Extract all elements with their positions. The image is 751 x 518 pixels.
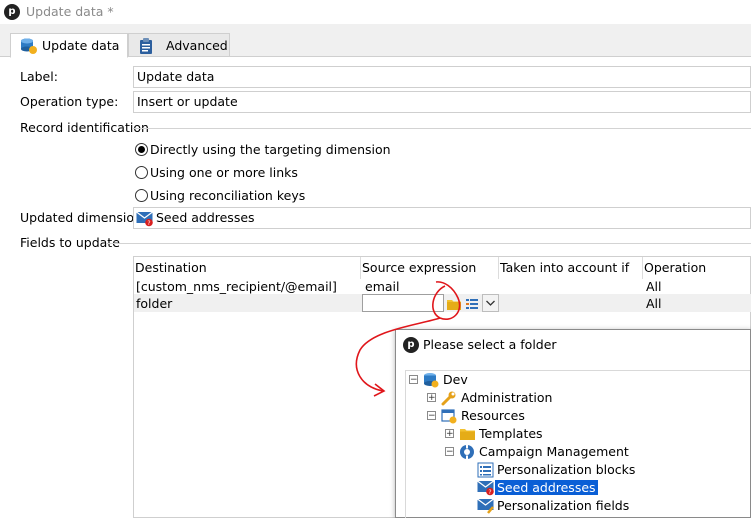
email-field-icon bbox=[477, 498, 495, 517]
label-input[interactable]: Update data bbox=[133, 66, 751, 88]
row2-operation[interactable]: All bbox=[646, 296, 662, 311]
wrench-icon bbox=[441, 390, 457, 409]
operation-type-caption: Operation type: bbox=[20, 94, 119, 109]
column-separator bbox=[642, 257, 643, 279]
database-icon bbox=[423, 372, 439, 391]
folder-picker-button[interactable] bbox=[445, 294, 462, 312]
tab-label: Update data bbox=[42, 38, 120, 53]
expand-toggle[interactable]: + bbox=[427, 393, 436, 403]
window-title: Update data * bbox=[26, 4, 114, 19]
tree-item-resources[interactable]: Resources bbox=[461, 408, 525, 423]
tab-advanced[interactable]: Advanced bbox=[128, 33, 230, 57]
window-title-bar: p Update data * bbox=[0, 0, 751, 24]
expression-editor-button[interactable] bbox=[463, 294, 480, 312]
tree-item-administration[interactable]: Administration bbox=[461, 390, 552, 405]
radio-reconciliation-keys-label: Using reconciliation keys bbox=[150, 188, 306, 203]
updated-dimension-caption: Updated dimension: bbox=[20, 210, 147, 225]
collapse-toggle[interactable]: − bbox=[409, 375, 418, 385]
collapse-toggle[interactable]: − bbox=[445, 447, 454, 457]
folder-tree[interactable]: − Dev + Administration − Resources + Tem… bbox=[405, 370, 750, 518]
radio-targeting-dimension[interactable] bbox=[135, 143, 148, 156]
app-logo-icon: p bbox=[4, 4, 20, 20]
folder-icon bbox=[459, 426, 476, 445]
database-icon bbox=[20, 37, 38, 58]
column-source-expression[interactable]: Source expression bbox=[362, 260, 476, 275]
tree-item-campaign-management[interactable]: Campaign Management bbox=[479, 444, 629, 459]
tab-update-data[interactable]: Update data bbox=[10, 33, 128, 58]
select-folder-dialog[interactable]: p Please select a folder − Dev + Adminis… bbox=[395, 329, 751, 518]
row1-source[interactable]: email bbox=[365, 279, 399, 294]
column-separator bbox=[360, 257, 361, 279]
column-destination[interactable]: Destination bbox=[135, 260, 207, 275]
chevron-down-icon bbox=[486, 300, 495, 306]
row2-destination[interactable]: folder bbox=[136, 296, 172, 311]
expand-toggle[interactable]: + bbox=[445, 429, 454, 439]
dialog-title-bar: p Please select a folder bbox=[396, 330, 750, 358]
fields-to-update-caption: Fields to update bbox=[20, 235, 120, 250]
radio-links[interactable] bbox=[135, 166, 148, 179]
source-expression-input[interactable] bbox=[362, 294, 444, 312]
tree-item-personalization-blocks[interactable]: Personalization blocks bbox=[497, 462, 635, 477]
section-divider bbox=[107, 243, 751, 244]
svg-text:?: ? bbox=[147, 220, 150, 227]
radio-targeting-dimension-label: Directly using the targeting dimension bbox=[150, 142, 391, 157]
svg-text:?: ? bbox=[488, 489, 491, 496]
list-icon bbox=[477, 462, 494, 481]
app-logo-icon: p bbox=[403, 337, 419, 353]
radio-links-label: Using one or more links bbox=[150, 165, 298, 180]
tree-item-dev[interactable]: Dev bbox=[443, 372, 468, 387]
row1-operation[interactable]: All bbox=[646, 279, 662, 294]
operation-type-select[interactable]: Insert or update bbox=[133, 91, 751, 113]
radio-reconciliation-keys[interactable] bbox=[135, 189, 148, 202]
tree-item-personalization-fields[interactable]: Personalization fields bbox=[497, 498, 629, 513]
row1-destination[interactable]: [custom_nms_recipient/@email] bbox=[136, 279, 337, 294]
column-taken-into-account-if[interactable]: Taken into account if bbox=[500, 260, 629, 275]
updated-dimension-field[interactable]: ? Seed addresses bbox=[133, 207, 751, 229]
dropdown-button[interactable] bbox=[482, 294, 499, 312]
section-divider bbox=[133, 128, 751, 129]
list-edit-icon bbox=[466, 299, 478, 309]
collapse-toggle[interactable]: − bbox=[427, 411, 436, 421]
tree-item-templates[interactable]: Templates bbox=[479, 426, 543, 441]
tab-label: Advanced bbox=[166, 38, 228, 53]
seed-address-icon: ? bbox=[477, 480, 495, 499]
clipboard-icon bbox=[138, 37, 154, 58]
tree-item-seed-addresses[interactable]: Seed addresses bbox=[495, 480, 598, 495]
folder-icon bbox=[447, 300, 461, 310]
label-caption: Label: bbox=[20, 69, 58, 84]
column-separator bbox=[498, 257, 499, 279]
campaign-icon bbox=[459, 444, 475, 463]
seed-address-icon: ? bbox=[136, 211, 154, 230]
resources-icon bbox=[441, 408, 457, 427]
column-operation[interactable]: Operation bbox=[644, 260, 706, 275]
dialog-title: Please select a folder bbox=[423, 337, 557, 352]
record-identification-caption: Record identification bbox=[20, 120, 149, 135]
updated-dimension-value: Seed addresses bbox=[156, 210, 255, 225]
